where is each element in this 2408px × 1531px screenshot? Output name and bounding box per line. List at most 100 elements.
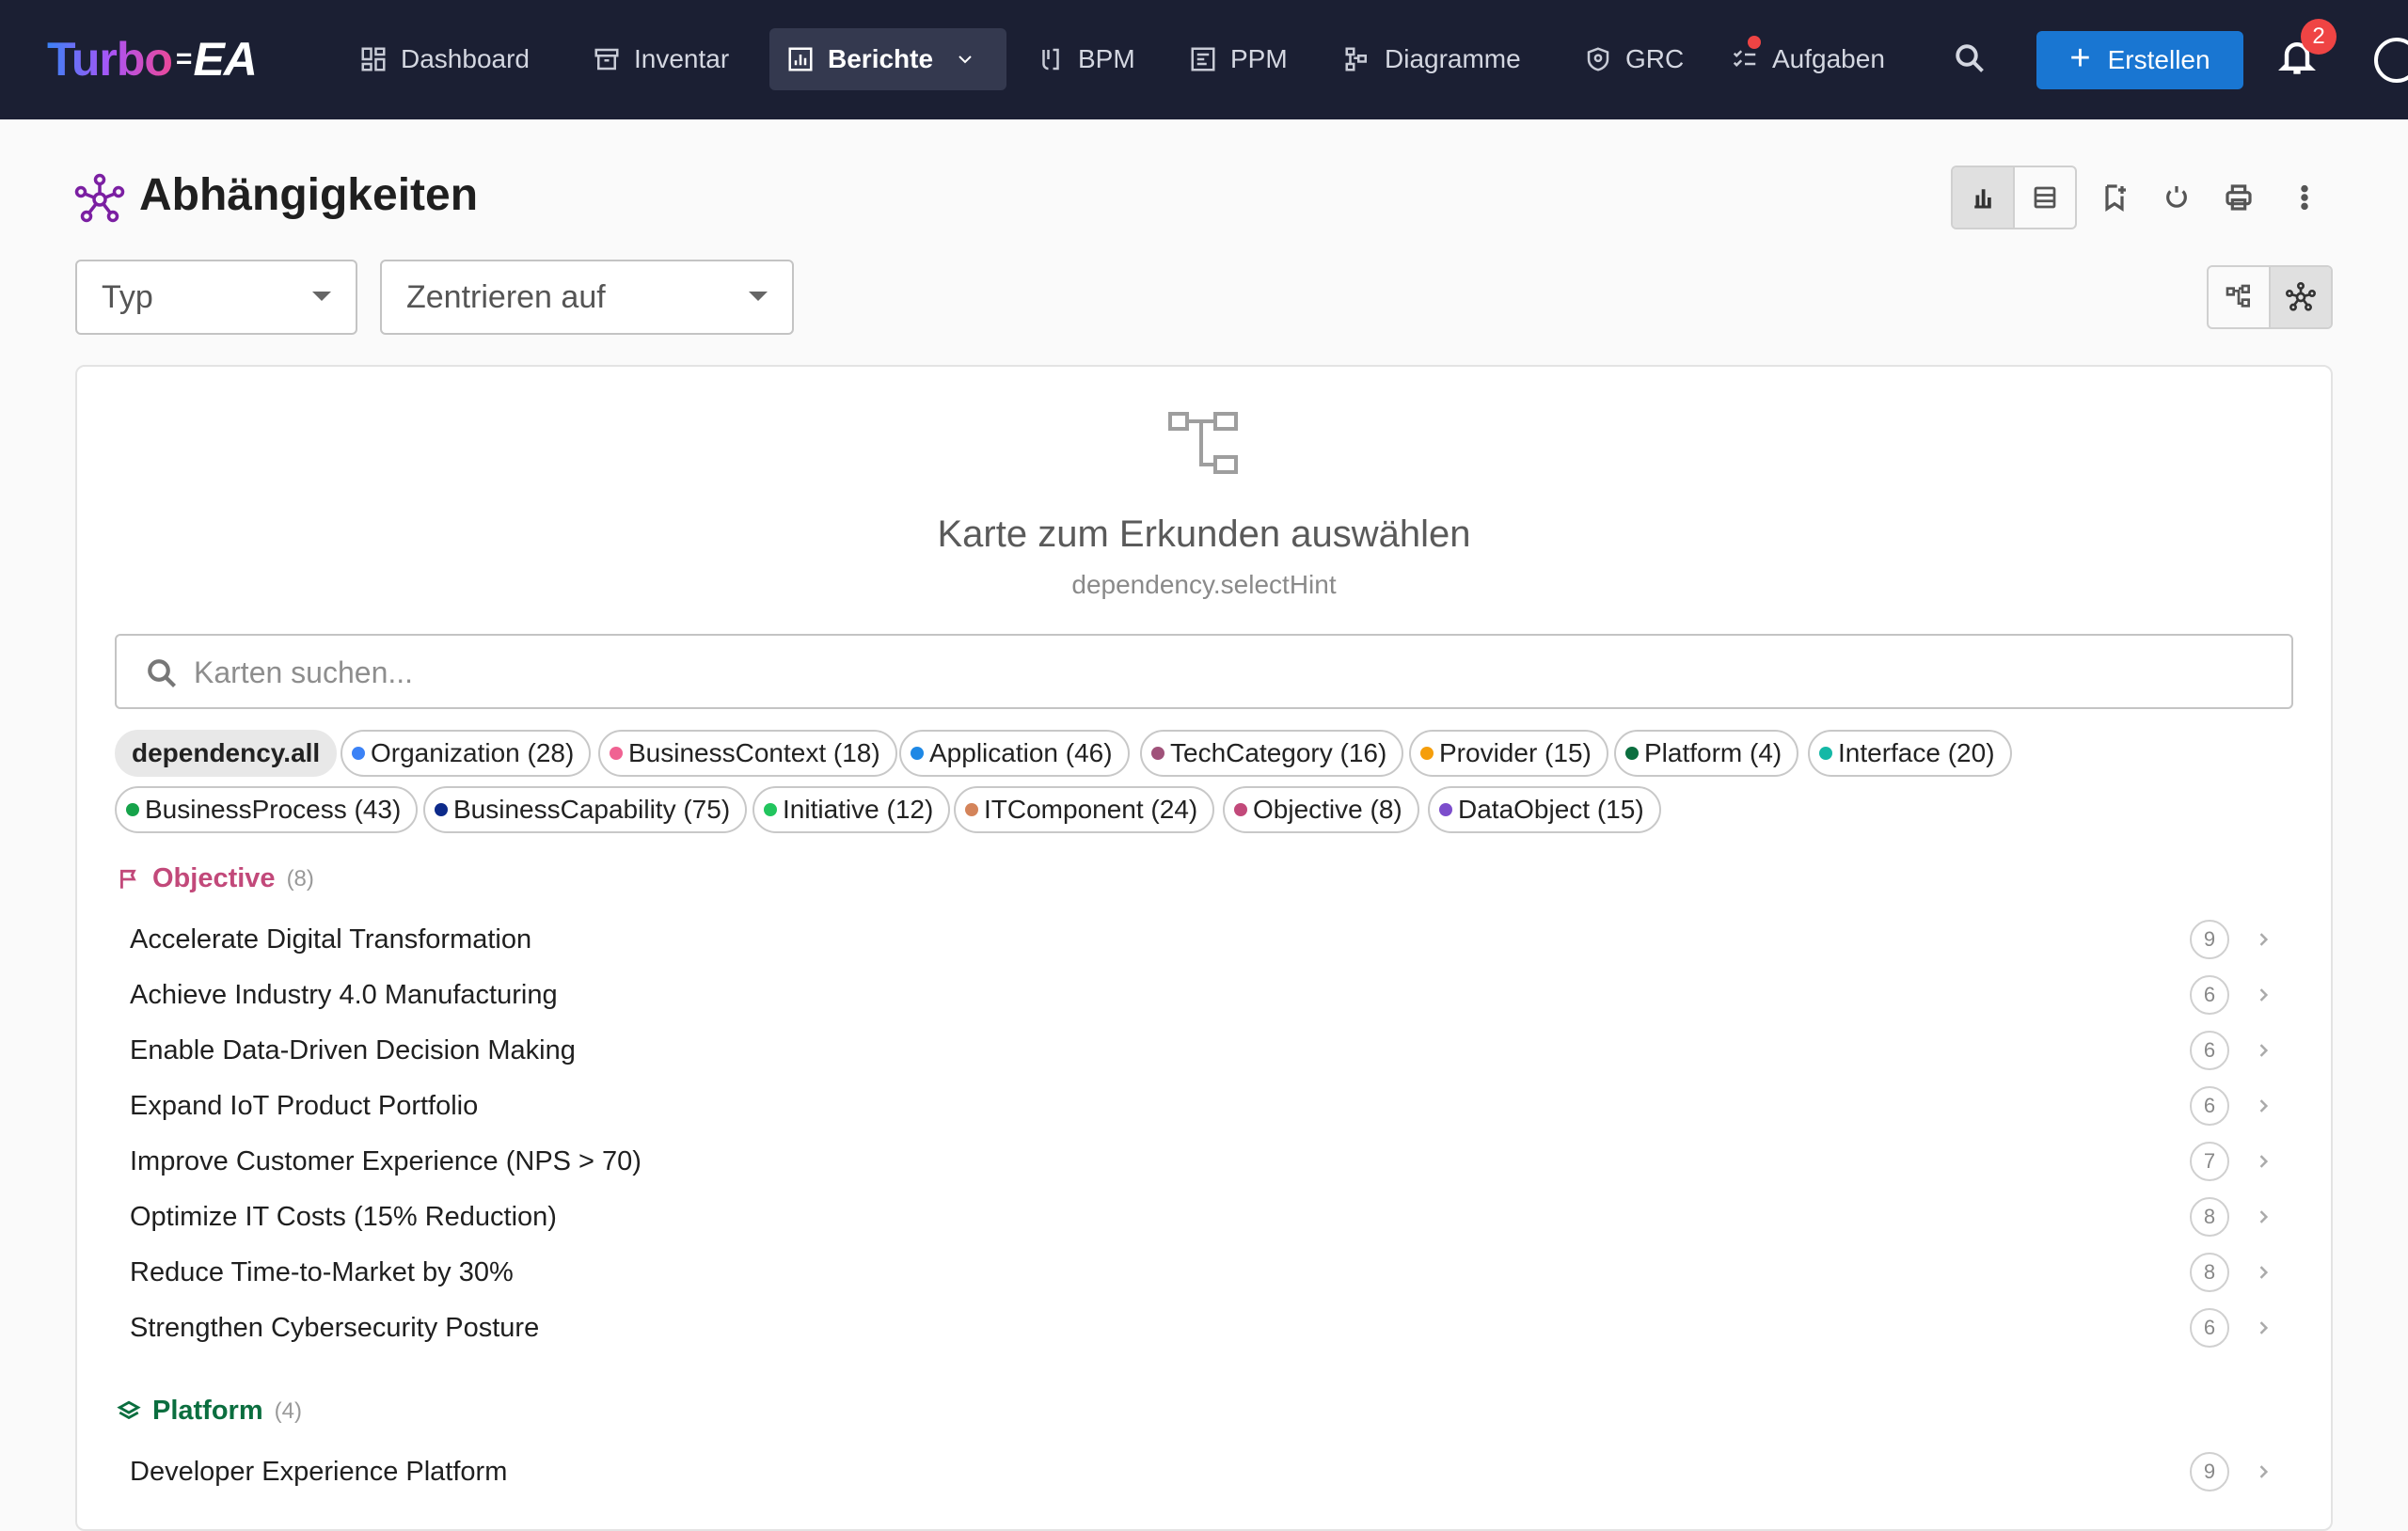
group-name: Objective xyxy=(152,863,276,893)
chevron-right-icon xyxy=(2254,1318,2273,1337)
chip-label: Organization (28) xyxy=(371,738,575,767)
notifications-badge: 2 xyxy=(2301,19,2337,55)
chip-platform[interactable]: Platform (4) xyxy=(1614,730,1799,777)
nav-grc[interactable]: GRC xyxy=(1567,28,1701,90)
chip-businesscontext[interactable]: BusinessContext (18) xyxy=(598,730,897,777)
chip-label: BusinessContext (18) xyxy=(628,738,880,767)
group-header-platform: Platform (4) xyxy=(117,1396,302,1427)
list-item[interactable]: Reduce Time-to-Market by 30% 8 xyxy=(115,1245,2278,1300)
global-search-icon[interactable] xyxy=(1953,41,1990,79)
group-header-objective: Objective (8) xyxy=(117,863,314,894)
center-on-select[interactable]: Zentrieren auf xyxy=(380,260,794,335)
color-dot xyxy=(1819,747,1832,760)
relation-count-badge: 6 xyxy=(2190,1308,2229,1348)
relation-count-badge: 9 xyxy=(2190,920,2229,959)
logo-text-right: EA xyxy=(193,33,257,86)
network-layout-icon xyxy=(2286,282,2316,311)
nav-label: Dashboard xyxy=(401,44,530,73)
bookmark-add-icon[interactable] xyxy=(2096,179,2133,216)
chip-label: Objective (8) xyxy=(1253,795,1402,824)
list-item[interactable]: Expand IoT Product Portfolio 6 xyxy=(115,1079,2278,1133)
print-icon[interactable] xyxy=(2220,179,2258,216)
nav-label: BPM xyxy=(1078,44,1135,73)
nav-label: Aufgaben xyxy=(1772,44,1885,73)
layers-icon xyxy=(117,1400,141,1419)
chip-businessprocess[interactable]: BusinessProcess (43) xyxy=(115,786,419,833)
chip-label: Platform (4) xyxy=(1644,738,1782,767)
chip-objective[interactable]: Objective (8) xyxy=(1223,786,1419,833)
user-avatar[interactable] xyxy=(2374,38,2408,83)
list-item[interactable]: Improve Customer Experience (NPS > 70) 7 xyxy=(115,1134,2278,1189)
color-dot xyxy=(435,803,448,816)
color-dot xyxy=(911,747,924,760)
table-view-button[interactable] xyxy=(2013,167,2075,228)
flow-icon xyxy=(1042,48,1059,71)
more-vert-icon[interactable] xyxy=(2286,179,2323,216)
diagram-icon xyxy=(1345,47,1367,71)
chip-businesscapability[interactable]: BusinessCapability (75) xyxy=(423,786,748,833)
chip-techcategory[interactable]: TechCategory (16) xyxy=(1140,730,1404,777)
color-dot xyxy=(126,803,139,816)
item-name: Improve Customer Experience (NPS > 70) xyxy=(130,1145,642,1176)
list-item[interactable]: Strengthen Cybersecurity Posture 6 xyxy=(115,1301,2278,1355)
nav-ppm[interactable]: PPM xyxy=(1172,28,1305,90)
chip-dataobject[interactable]: DataObject (15) xyxy=(1428,786,1661,833)
chip-application[interactable]: Application (46) xyxy=(899,730,1130,777)
nav-aufgaben[interactable]: Aufgaben xyxy=(1714,28,1902,90)
tree-layout-icon xyxy=(2226,284,2250,308)
chip-label: TechCategory (16) xyxy=(1170,738,1387,767)
chevron-right-icon xyxy=(2254,1097,2273,1115)
relation-count-badge: 8 xyxy=(2190,1197,2229,1237)
color-dot xyxy=(610,747,623,760)
nav-dashboard[interactable]: Dashboard xyxy=(342,28,547,90)
chip-provider[interactable]: Provider (15) xyxy=(1409,730,1608,777)
card-search-input[interactable] xyxy=(194,649,2263,696)
color-dot xyxy=(1625,747,1639,760)
tasks-icon xyxy=(1733,50,1756,68)
chip-interface[interactable]: Interface (20) xyxy=(1808,730,2012,777)
chip-all[interactable]: dependency.all xyxy=(115,730,338,777)
search-icon xyxy=(148,659,176,687)
list-item[interactable]: Enable Data-Driven Decision Making 6 xyxy=(115,1023,2278,1078)
item-name: Enable Data-Driven Decision Making xyxy=(130,1034,576,1065)
type-select[interactable]: Typ xyxy=(75,260,357,335)
group-name: Platform xyxy=(152,1396,263,1426)
chevron-right-icon xyxy=(2254,1207,2273,1226)
layout-toggle xyxy=(2207,265,2333,329)
chip-organization[interactable]: Organization (28) xyxy=(341,730,592,777)
chip-label: Provider (15) xyxy=(1439,738,1592,767)
chip-itcomponent[interactable]: ITComponent (24) xyxy=(954,786,1215,833)
chart-view-button[interactable] xyxy=(1953,167,2013,228)
chip-label: BusinessCapability (75) xyxy=(453,795,731,824)
color-dot xyxy=(764,803,777,816)
reset-icon[interactable] xyxy=(2158,179,2195,216)
item-name: Accelerate Digital Transformation xyxy=(130,923,532,955)
flag-icon xyxy=(120,869,136,889)
create-button[interactable]: + Erstellen xyxy=(2036,31,2243,89)
list-item[interactable]: Optimize IT Costs (15% Reduction) 8 xyxy=(115,1190,2278,1244)
network-layout-button[interactable] xyxy=(2269,267,2331,327)
center-on-placeholder: Zentrieren auf xyxy=(406,278,606,315)
nav-label: Inventar xyxy=(634,44,730,73)
type-select-placeholder: Typ xyxy=(102,278,153,315)
list-item[interactable]: Accelerate Digital Transformation 9 xyxy=(115,912,2278,967)
group-count: (4) xyxy=(274,1397,302,1424)
item-name: Developer Experience Platform xyxy=(130,1456,508,1487)
nav-inventar[interactable]: Inventar xyxy=(576,28,746,90)
app-logo[interactable]: Turbo = EA xyxy=(47,28,258,90)
relation-count-badge: 7 xyxy=(2190,1142,2229,1181)
nav-berichte[interactable]: Berichte xyxy=(769,28,1006,90)
chip-initiative[interactable]: Initiative (12) xyxy=(752,786,951,833)
list-item[interactable]: Achieve Industry 4.0 Manufacturing 6 xyxy=(115,968,2278,1022)
card-search-field[interactable] xyxy=(115,634,2293,709)
color-dot xyxy=(1234,803,1247,816)
dropdown-arrow-icon xyxy=(312,292,331,301)
list-item[interactable]: Developer Experience Platform 9 xyxy=(115,1444,2278,1499)
nav-bpm[interactable]: BPM xyxy=(1020,28,1152,90)
nav-label: PPM xyxy=(1230,44,1288,73)
logo-text-left: Turbo xyxy=(47,33,173,86)
nav-diagramme[interactable]: Diagramme xyxy=(1326,28,1538,90)
dashboard-icon xyxy=(361,47,386,71)
color-dot xyxy=(1439,803,1452,816)
tree-layout-button[interactable] xyxy=(2209,267,2269,327)
